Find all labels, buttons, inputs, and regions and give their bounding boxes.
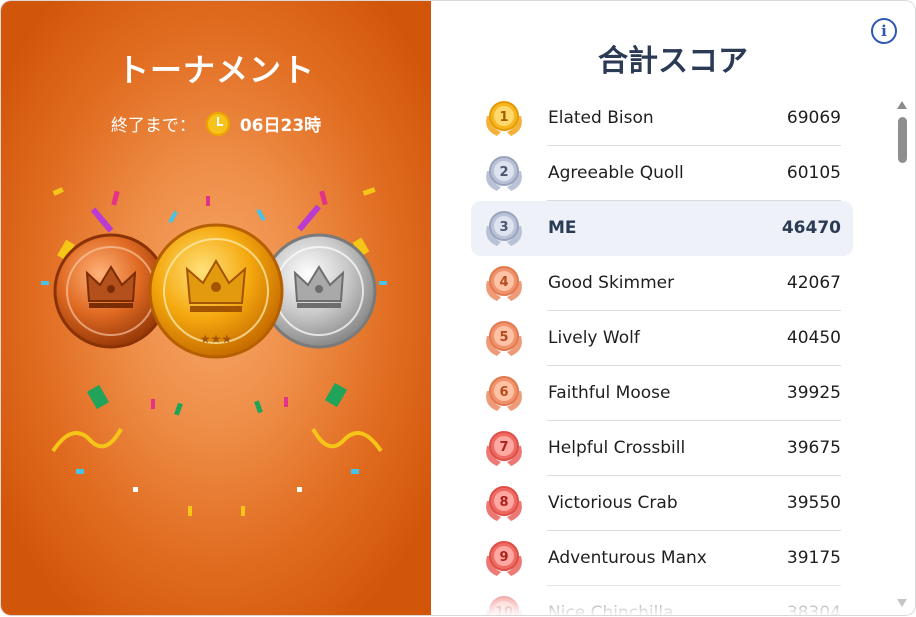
player-name: ME: [548, 218, 577, 238]
rank-number: 6: [499, 385, 508, 400]
scroll-up-arrow-icon[interactable]: [897, 101, 907, 109]
scroll-thumb[interactable]: [898, 117, 907, 163]
rank-number: 3: [499, 220, 508, 235]
player-name: Elated Bison: [548, 108, 654, 128]
player-score: 39550: [786, 493, 841, 513]
rank-badge-icon: 6: [481, 373, 527, 415]
rank-number: 1: [499, 110, 508, 125]
leaderboard-row[interactable]: 1 Elated Bison 69069: [471, 91, 853, 146]
rank-number: 7: [499, 440, 508, 455]
player-score: 42067: [786, 273, 841, 293]
player-name: Faithful Moose: [548, 383, 671, 403]
tournament-window: トーナメント 終了まで： 06日23時 ★★★ 合計スコア i 1 Elated…: [1, 1, 915, 615]
countdown-timer: 終了まで： 06日23時: [1, 111, 431, 136]
leaderboard-title: 合計スコア: [598, 44, 748, 79]
player-name: Nice Chinchilla: [548, 603, 674, 615]
leaderboard-row[interactable]: 8 Victorious Crab 39550: [471, 476, 853, 531]
leaderboard-row[interactable]: 2 Agreeable Quoll 60105: [471, 146, 853, 201]
leaderboard-row-me[interactable]: 3 ME 46470: [471, 201, 853, 256]
rank-badge-icon: 8: [481, 483, 527, 525]
rank-badge-icon: 5: [481, 318, 527, 360]
rank-number: 4: [499, 275, 508, 290]
leaderboard-row[interactable]: 6 Faithful Moose 39925: [471, 366, 853, 421]
tournament-title: トーナメント: [116, 51, 315, 89]
rank-badge-icon: 2: [481, 153, 527, 195]
player-name: Good Skimmer: [548, 273, 675, 293]
medals-illustration: ★★★: [41, 187, 387, 516]
scrollbar[interactable]: [895, 99, 909, 609]
leaderboard-row[interactable]: 10 Nice Chinchilla 38304: [471, 586, 853, 615]
gold-medal-icon: ★★★: [148, 223, 284, 359]
player-name: Helpful Crossbill: [548, 438, 686, 458]
timer-value: 06日23時: [239, 116, 322, 136]
tournament-panel: トーナメント 終了まで： 06日23時 ★★★: [1, 1, 431, 615]
player-name: Victorious Crab: [548, 493, 678, 513]
rank-badge-icon: 4: [481, 263, 527, 305]
leaderboard-row[interactable]: 7 Helpful Crossbill 39675: [471, 421, 853, 476]
leaderboard-panel: 合計スコア i 1 Elated Bison 69069 2 Agreeable Quo…: [431, 1, 915, 615]
rank-badge-icon: 1: [481, 98, 527, 140]
player-score: 39175: [786, 548, 841, 568]
rank-number: 2: [499, 165, 508, 180]
rank-number: 9: [499, 550, 508, 565]
scroll-down-arrow-icon[interactable]: [897, 599, 907, 607]
rank-number: 5: [499, 330, 508, 345]
svg-text:★★★: ★★★: [200, 332, 232, 346]
rank-number: 8: [499, 495, 508, 510]
leaderboard-row[interactable]: 4 Good Skimmer 42067: [471, 256, 853, 311]
player-score: 38304: [786, 603, 841, 615]
rank-badge-icon: 3: [481, 208, 527, 250]
leaderboard-list[interactable]: 1 Elated Bison 69069 2 Agreeable Quoll 60105 3…: [471, 91, 855, 615]
leaderboard-row[interactable]: 9 Adventurous Manx 39175: [471, 531, 853, 586]
player-score: 69069: [786, 108, 841, 128]
rank-badge-icon: 10: [481, 593, 527, 615]
info-icon: i: [881, 22, 887, 40]
rank-number: 10: [495, 605, 513, 615]
leaderboard-row[interactable]: 5 Lively Wolf 40450: [471, 311, 853, 366]
player-score: 39675: [786, 438, 841, 458]
player-score: 46470: [781, 218, 841, 238]
rank-badge-icon: 9: [481, 538, 527, 580]
player-score: 39925: [786, 383, 841, 403]
player-score: 60105: [786, 163, 841, 183]
player-score: 40450: [786, 328, 841, 348]
player-name: Adventurous Manx: [548, 548, 707, 568]
clock-icon: [205, 111, 230, 136]
info-button[interactable]: i: [871, 18, 897, 44]
player-name: Lively Wolf: [548, 328, 640, 348]
player-name: Agreeable Quoll: [548, 163, 684, 183]
timer-label: 終了まで：: [110, 116, 196, 136]
rank-badge-icon: 7: [481, 428, 527, 470]
